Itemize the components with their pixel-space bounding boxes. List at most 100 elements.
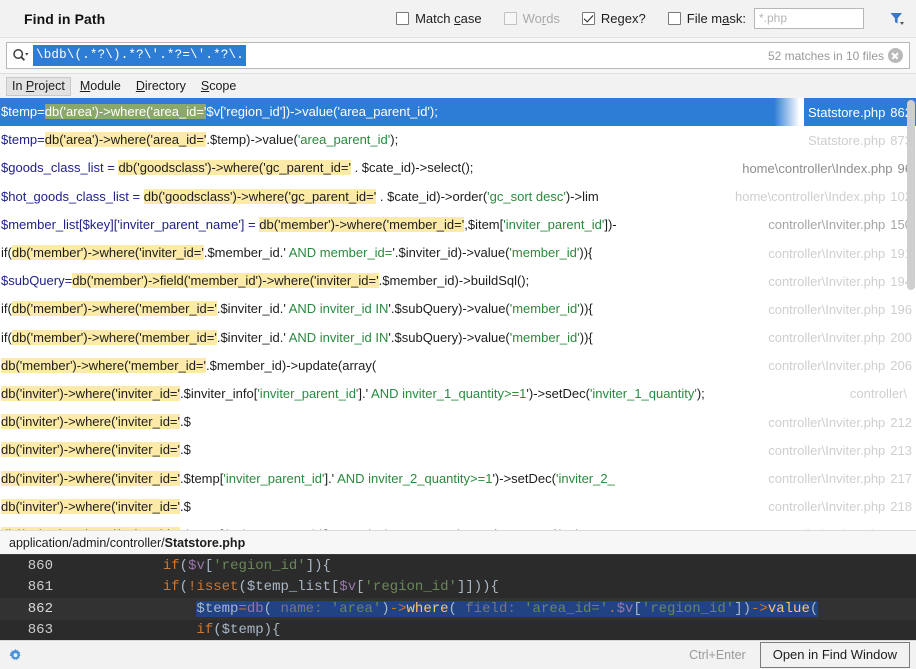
shortcut-hint: Ctrl+Enter xyxy=(689,648,746,662)
table-row[interactable]: if(db('member')->where('inviter_id='.$me… xyxy=(0,238,916,268)
preview-line[interactable]: 860 if($v['region_id']){ xyxy=(0,555,916,577)
result-code-snippet: if(db('member')->where('member_id='.$inv… xyxy=(1,301,593,317)
clear-circle-icon[interactable] xyxy=(888,48,903,63)
dialog-footer: Ctrl+Enter Open in Find Window xyxy=(0,640,916,669)
result-file-name: controller\Inviter.php xyxy=(768,442,886,458)
table-row[interactable]: db('inviter')->where('inviter_id='.$ cont… xyxy=(0,492,916,521)
table-row[interactable]: db('inviter')->where('inviter_id='.$temp… xyxy=(0,464,916,493)
preview-line[interactable]: 863 if($temp){ xyxy=(0,620,916,641)
result-code-snippet: $temp=db('area')->where('area_id='.$temp… xyxy=(1,132,399,148)
result-code-snippet: $member_list[$key]['inviter_parent_name'… xyxy=(1,216,617,232)
table-row[interactable]: $subQuery=db('member')->field('member_id… xyxy=(0,267,916,296)
result-file-reference: controller\Inviter.php 213 xyxy=(734,436,912,465)
result-code-snippet: $goods_class_list = db('goodsclass')->wh… xyxy=(1,160,474,176)
result-code-snippet: $hot_goods_class_list = db('goodsclass')… xyxy=(1,188,599,204)
result-code-snippet: $subQuery=db('member')->field('member_id… xyxy=(1,273,530,289)
table-row[interactable]: db('inviter')->where('inviter_id='.$ cont… xyxy=(0,408,916,437)
result-code-snippet: if(db('member')->where('member_id='.$inv… xyxy=(1,329,593,345)
preview-line[interactable]: 861 if(!isset($temp_list[$v['region_id']… xyxy=(0,577,916,599)
results-scrollbar-thumb[interactable] xyxy=(907,100,915,290)
breadcrumb: application/admin/controller/Statstore.p… xyxy=(0,530,916,555)
tab-module[interactable]: Module xyxy=(74,77,127,96)
result-file-name: controller\Inviter.php xyxy=(768,301,886,317)
table-row[interactable]: if(db('member')->where('member_id='.$inv… xyxy=(0,323,916,352)
tab-scope[interactable]: Scope xyxy=(195,77,242,96)
file-mask-option[interactable]: File mask: *.php xyxy=(667,8,864,29)
result-code-snippet: db('inviter')->where('inviter_id='.$ xyxy=(1,498,191,514)
regex-label: Regex? xyxy=(600,11,646,26)
preview-line-number: 863 xyxy=(0,622,62,639)
result-file-reference: home\controller\Index.php 102 xyxy=(700,182,912,211)
search-results-list[interactable]: $temp=db('area')->where('area_id='$v['re… xyxy=(0,98,916,530)
regex-checkbox[interactable] xyxy=(581,12,595,25)
table-row[interactable]: db('inviter')->where('inviter_id='.$invi… xyxy=(0,379,916,409)
filter-funnel-icon[interactable] xyxy=(886,9,906,29)
dialog-header: Find in Path Match case Words Regex? Fil… xyxy=(0,0,916,38)
result-file-name: Statstore.php xyxy=(807,132,886,148)
result-file-name: controller\Inviter.php xyxy=(768,217,886,233)
result-file-reference: Statstore.php 862 xyxy=(773,98,912,127)
preview-line-number: 862 xyxy=(0,600,62,617)
result-file-name: home\controller\Index.php xyxy=(734,189,886,205)
result-file-reference: controller\ xyxy=(815,379,912,409)
table-row[interactable]: $goods_class_list = db('goodsclass')->wh… xyxy=(0,154,916,183)
gear-icon[interactable] xyxy=(6,646,24,664)
table-row[interactable]: $member_list[$key]['inviter_parent_name'… xyxy=(0,210,916,239)
result-file-reference: controller\Inviter.php 194 xyxy=(734,267,912,296)
result-file-reference: controller\Inviter.php 191 xyxy=(734,238,912,268)
breadcrumb-path: application/admin/controller/ xyxy=(9,535,165,550)
result-file-name: controller\Inviter.php xyxy=(768,471,886,487)
search-field[interactable]: \bdb\(.*?\).*?\'.*?=\'.*?\. 52 matches i… xyxy=(6,42,910,69)
table-row[interactable]: $hot_goods_class_list = db('goodsclass')… xyxy=(0,182,916,211)
file-mask-input[interactable]: *.php xyxy=(754,8,864,29)
words-label: Words xyxy=(522,11,560,26)
result-file-reference: home\controller\Index.php 96 xyxy=(708,154,912,183)
result-file-reference: controller\Inviter.php 150 xyxy=(734,210,912,239)
match-case-label: Match case xyxy=(415,11,482,26)
result-code-snippet: db('inviter')->where('inviter_id='.$ xyxy=(1,414,191,430)
preview-line[interactable]: 862 $temp=db( name: 'area')->where( fiel… xyxy=(0,598,916,620)
find-in-path-dialog: Find in Path Match case Words Regex? Fil… xyxy=(0,0,916,669)
table-row[interactable]: db('inviter')->where('inviter_id='.$temp… xyxy=(0,520,916,530)
result-code-snippet: db('member')->where('member_id='.$member… xyxy=(1,357,377,373)
regex-option[interactable]: Regex? xyxy=(581,11,646,26)
result-file-name: controller\Inviter.php xyxy=(768,358,886,374)
code-preview-panel[interactable]: 860 if($v['region_id']){861 if(!isset($t… xyxy=(0,555,916,640)
match-count-label: 52 matches in 10 files xyxy=(767,48,884,63)
result-file-reference: controller\Inviter.php 217 xyxy=(734,464,912,493)
tab-directory[interactable]: Directory xyxy=(130,77,192,96)
result-code-snippet: $temp=db('area')->where('area_id='$v['re… xyxy=(1,104,438,120)
table-row[interactable]: db('member')->where('member_id='.$member… xyxy=(0,351,916,380)
result-file-name: controller\ xyxy=(849,386,907,402)
preview-line-number: 861 xyxy=(0,579,62,596)
result-file-name: Statstore.php xyxy=(807,104,886,120)
result-file-name: controller\Inviter.php xyxy=(768,499,886,515)
table-row[interactable]: $temp=db('area')->where('area_id='.$temp… xyxy=(0,126,916,155)
search-input[interactable]: \bdb\(.*?\).*?\'.*?=\'.*?\. xyxy=(33,45,246,66)
preview-line-code: $temp=db( name: 'area')->where( field: '… xyxy=(196,600,819,617)
table-row[interactable]: if(db('member')->where('member_id='.$inv… xyxy=(0,295,916,324)
page-title: Find in Path xyxy=(24,10,106,27)
result-file-reference: controller\Inviter.php 206 xyxy=(734,351,912,380)
result-file-reference: Statstore.php 873 xyxy=(773,126,912,155)
result-file-reference: controller\Inviter.php 212 xyxy=(734,408,912,437)
open-in-find-window-button[interactable]: Open in Find Window xyxy=(759,642,910,668)
preview-line-code: if(!isset($temp_list[$v['region_id']])){ xyxy=(162,579,499,596)
words-option: Words xyxy=(503,11,560,26)
search-options: Match case Words Regex? File mask: *.php xyxy=(396,8,916,29)
tab-in-project[interactable]: In Project xyxy=(6,76,71,96)
words-checkbox xyxy=(503,12,517,25)
match-case-checkbox[interactable] xyxy=(396,12,410,25)
preview-line-code: if($v['region_id']){ xyxy=(162,557,331,574)
match-case-option[interactable]: Match case xyxy=(396,11,482,26)
results-scrollbar[interactable] xyxy=(906,98,916,530)
file-mask-checkbox[interactable] xyxy=(667,12,681,25)
result-code-snippet: db('inviter')->where('inviter_id='.$temp… xyxy=(1,521,615,530)
result-file-name: controller\Inviter.php xyxy=(768,245,886,261)
search-row: \bdb\(.*?\).*?\'.*?=\'.*?\. 52 matches i… xyxy=(0,38,916,74)
result-code-snippet: db('inviter')->where('inviter_id='.$ xyxy=(1,442,191,458)
search-magnifier-icon[interactable] xyxy=(7,48,33,63)
table-row[interactable]: db('inviter')->where('inviter_id='.$ cont… xyxy=(0,436,916,465)
result-file-reference: controller\Inviter.php222 xyxy=(734,520,912,530)
table-row[interactable]: $temp=db('area')->where('area_id='$v['re… xyxy=(0,98,916,127)
